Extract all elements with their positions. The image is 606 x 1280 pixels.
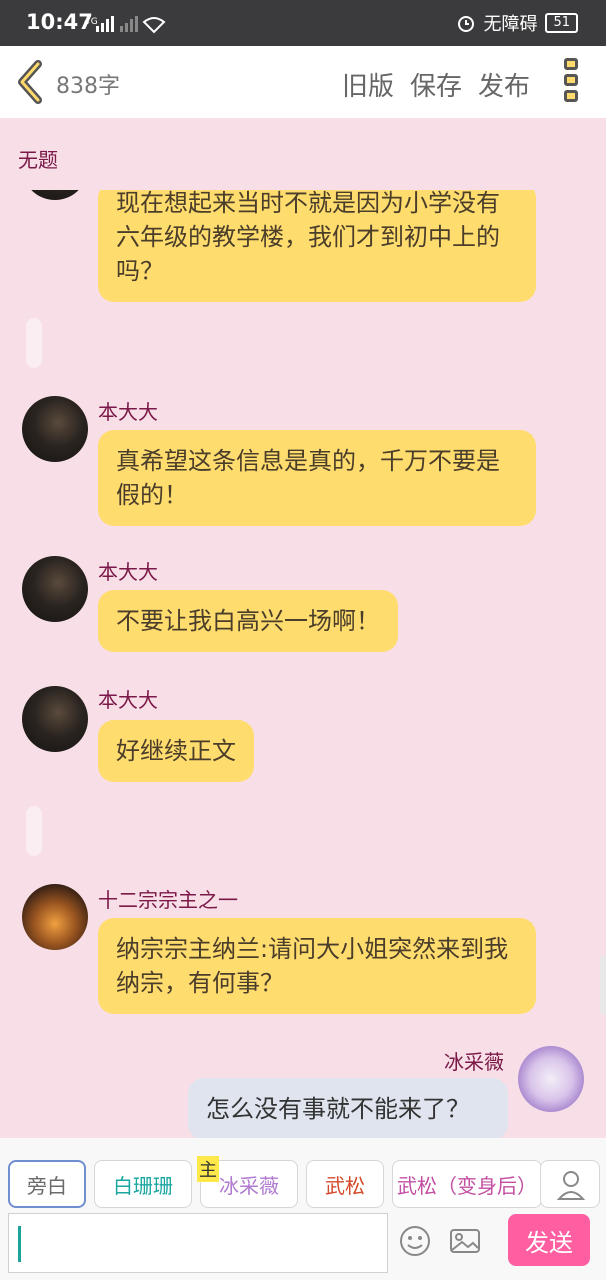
- send-button[interactable]: 发送: [508, 1214, 590, 1266]
- role-label: 旁白: [27, 1173, 67, 1198]
- message-text: 怎么没有事就不能来了？: [206, 1095, 470, 1123]
- role-manager-button[interactable]: [540, 1160, 600, 1208]
- message-bubble[interactable]: 现在想起来当时不就是因为小学没有六年级的教学楼，我们才到初中上的吗？: [98, 190, 536, 302]
- signal-icon: [96, 16, 166, 34]
- role-narration[interactable]: 旁白: [8, 1160, 86, 1208]
- chat-area[interactable]: 现在想起来当时不就是因为小学没有六年级的教学楼，我们才到初中上的吗？ 本大大 真…: [0, 190, 606, 1138]
- role-label: 武松: [325, 1173, 365, 1198]
- input-bar: 发送: [0, 1210, 606, 1280]
- old-version-button[interactable]: 旧版: [342, 66, 394, 103]
- scene-separator[interactable]: [26, 318, 42, 368]
- publish-button[interactable]: 发布: [478, 66, 530, 103]
- message-text: 好继续正文: [116, 737, 236, 765]
- back-icon[interactable]: [14, 60, 48, 104]
- sender-name: 本大大: [98, 400, 158, 424]
- message-bubble[interactable]: 好继续正文: [98, 720, 254, 782]
- avatar[interactable]: [22, 396, 88, 462]
- role-label: 白珊珊: [113, 1173, 173, 1198]
- scene-separator[interactable]: [26, 806, 42, 856]
- status-right: 无障碍 51: [457, 10, 578, 36]
- message-input[interactable]: [8, 1213, 388, 1273]
- role-label: 冰采薇: [219, 1173, 279, 1198]
- message-text: 纳宗宗主纳兰:请问大小姐突然来到我纳宗，有何事？: [116, 935, 509, 997]
- save-button[interactable]: 保存: [410, 66, 462, 103]
- alarm-icon: [458, 16, 475, 32]
- avatar[interactable]: [22, 686, 88, 752]
- word-count: 838字: [56, 74, 120, 99]
- message-text: 真希望这条信息是真的，千万不要是假的！: [116, 447, 500, 509]
- message-text: 现在想起来当时不就是因为小学没有六年级的教学楼，我们才到初中上的吗？: [116, 190, 500, 285]
- battery-indicator: 51: [545, 13, 578, 33]
- role-wu-song[interactable]: 武松: [306, 1160, 384, 1208]
- main-role-badge: 主: [197, 1156, 219, 1182]
- message-bubble[interactable]: 真希望这条信息是真的，千万不要是假的！: [98, 430, 536, 526]
- emoji-icon[interactable]: [398, 1224, 432, 1258]
- text-caret: [18, 1226, 21, 1262]
- accessibility-label: 无障碍: [483, 14, 538, 35]
- editor-header: 838字 旧版 保存 发布: [0, 46, 606, 118]
- role-label: 武松（变身后）: [397, 1173, 537, 1198]
- more-menu-icon[interactable]: [564, 58, 582, 106]
- scrollbar[interactable]: [600, 955, 606, 1015]
- person-icon: [556, 1171, 586, 1200]
- sender-name: 本大大: [98, 688, 158, 712]
- message-bubble[interactable]: 怎么没有事就不能来了？: [188, 1078, 508, 1138]
- message-text: 不要让我白高兴一场啊！: [116, 607, 380, 635]
- avatar[interactable]: [22, 556, 88, 622]
- sender-name: 十二宗宗主之一: [98, 888, 238, 912]
- sender-name: 本大大: [98, 560, 158, 584]
- message-bubble[interactable]: 纳宗宗主纳兰:请问大小姐突然来到我纳宗，有何事？: [98, 918, 536, 1014]
- avatar[interactable]: [518, 1046, 584, 1112]
- image-icon[interactable]: [448, 1224, 482, 1258]
- clock: 10:47: [26, 10, 93, 34]
- role-bai-shanshan[interactable]: 白珊珊: [94, 1160, 192, 1208]
- avatar[interactable]: [22, 190, 88, 200]
- role-wu-song-transformed[interactable]: 武松（变身后）: [392, 1160, 542, 1208]
- avatar[interactable]: [22, 884, 88, 950]
- status-bar: 10:47 4G 无障碍 51: [0, 0, 606, 46]
- role-bar: 旁白 白珊珊 冰采薇 主 武松 武松（变身后）: [0, 1138, 606, 1210]
- story-title[interactable]: 无题: [18, 144, 58, 173]
- message-bubble[interactable]: 不要让我白高兴一场啊！: [98, 590, 398, 652]
- sender-name: 冰采薇: [444, 1050, 504, 1074]
